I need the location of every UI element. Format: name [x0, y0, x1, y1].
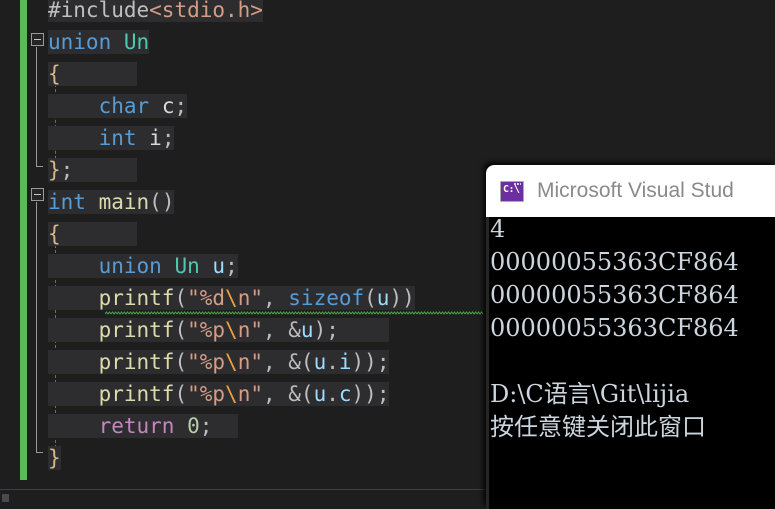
outlining-margin[interactable]	[30, 0, 48, 489]
token-function-printf-3: printf	[98, 350, 175, 374]
fold-bracket-main-end	[36, 452, 43, 453]
code-line-14[interactable]: return 0;	[48, 410, 238, 442]
token-var-u: u	[212, 254, 226, 278]
token-brace-close-main: }	[48, 446, 61, 470]
code-line-6[interactable]: };	[48, 154, 137, 186]
console-icon-label: C:\	[503, 183, 520, 195]
token-function-printf-2: printf	[98, 318, 175, 342]
code-line-2[interactable]: union Un	[48, 26, 150, 58]
token-keyword-char: char	[98, 94, 150, 118]
token-keyword-return: return	[98, 414, 175, 438]
token-keyword-union-decl: union	[98, 254, 162, 278]
console-line-3: 00000055363CF864	[490, 281, 739, 309]
fold-bracket-main	[36, 202, 37, 452]
code-line-4[interactable]: char c;	[48, 90, 188, 122]
fold-toggle-union[interactable]	[31, 33, 44, 46]
console-line-path: D:\C语言\Git\lijia	[490, 380, 690, 408]
console-icon-dots	[514, 182, 521, 185]
fold-toggle-main[interactable]	[31, 188, 44, 201]
console-titlebar[interactable]: C:\ Microsoft Visual Stud	[486, 165, 775, 217]
token-type-un-decl: Un	[174, 254, 200, 278]
code-line-15[interactable]: }	[48, 442, 61, 474]
console-line-1: 4	[490, 215, 506, 243]
token-ident-c: c	[161, 94, 175, 118]
token-type-un: Un	[123, 30, 150, 54]
token-keyword-sizeof: sizeof	[288, 286, 365, 310]
token-number-zero: 0	[187, 414, 200, 438]
code-line-1[interactable]: #include<stdio.h>	[48, 0, 263, 26]
code-line-11[interactable]: printf("%p\n", &u);	[48, 314, 390, 346]
token-function-main: main	[98, 190, 150, 214]
console-title: Microsoft Visual Stud	[537, 179, 734, 202]
console-window[interactable]: C:\ Microsoft Visual Stud 4 00000055363C…	[486, 165, 775, 509]
code-line-10[interactable]: printf("%d\n", sizeof(u))	[48, 282, 415, 314]
horizontal-scrollbar-thumb[interactable]	[2, 494, 9, 502]
token-include-header: <stdio.h>	[149, 0, 263, 22]
code-line-12[interactable]: printf("%p\n", &(u.i));	[48, 346, 390, 378]
fold-bracket-union-end	[36, 166, 43, 167]
code-line-9[interactable]: union Un u;	[48, 250, 238, 282]
token-ident-i: i	[149, 126, 162, 150]
console-line-2: 00000055363CF864	[490, 248, 739, 276]
console-output-area[interactable]: 4 00000055363CF864 00000055363CF864 0000…	[486, 215, 775, 509]
console-line-prompt: 按任意键关闭此窗口	[490, 413, 706, 441]
token-function-printf-4: printf	[98, 382, 175, 406]
token-keyword-int: int	[98, 126, 137, 150]
change-tracking-bar	[20, 0, 27, 480]
token-keyword-union: union	[48, 30, 112, 54]
code-line-8[interactable]: {	[48, 218, 137, 250]
code-line-13[interactable]: printf("%p\n", &(u.c));	[48, 378, 390, 410]
token-function-printf-1: printf	[98, 286, 175, 310]
token-brace-close-union: }	[48, 158, 61, 182]
console-window-icon: C:\	[500, 180, 524, 202]
console-line-4: 00000055363CF864	[490, 314, 739, 342]
token-keyword-int-main: int	[48, 190, 86, 214]
screenshot-root: #include<stdio.h> union Un { char c; int…	[0, 0, 775, 509]
token-include-directive: #include	[48, 0, 150, 22]
console-left-edge	[486, 217, 489, 509]
code-line-5[interactable]: int i;	[48, 122, 175, 154]
code-line-7[interactable]: int main()	[48, 186, 175, 218]
code-line-3[interactable]: {	[48, 58, 137, 90]
fold-bracket-union	[36, 47, 37, 166]
token-brace-open-main: {	[48, 222, 137, 246]
token-brace-open-union: {	[48, 62, 137, 86]
